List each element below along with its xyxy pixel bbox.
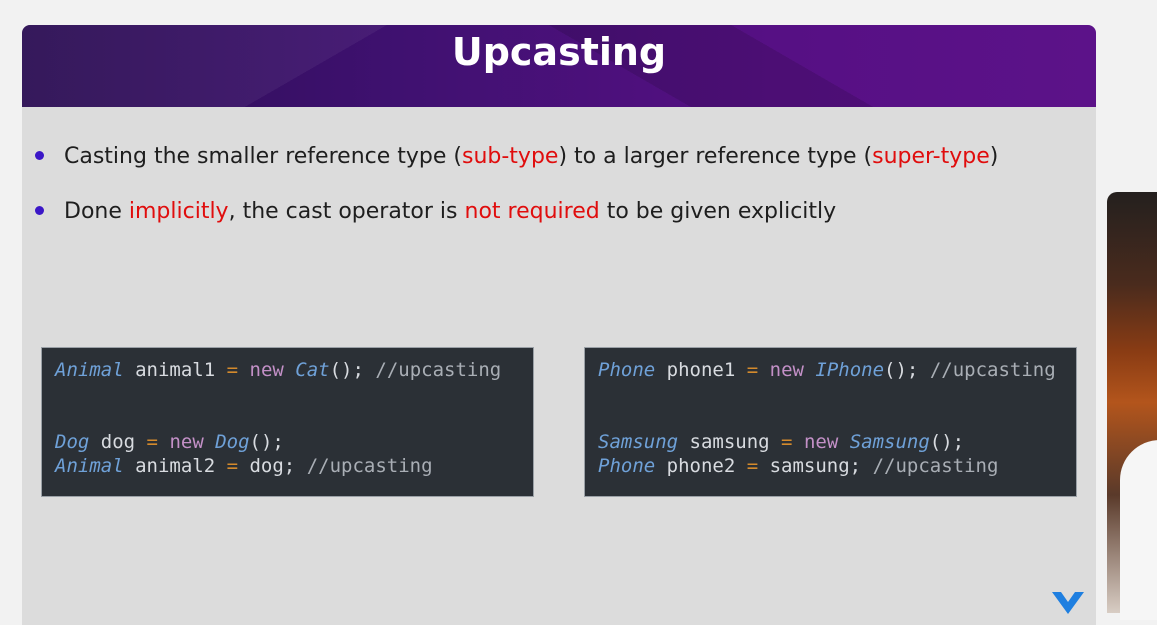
code-token: Samsung [849, 431, 930, 453]
code-token: //upcasting [375, 359, 502, 381]
bullet-item: Done implicitly, the cast operator is no… [35, 199, 998, 224]
code-block-animal: Animal animal1 = new Cat(); //upcasting D… [41, 347, 534, 497]
code-token: = [146, 431, 158, 453]
code-block-phone: Phone phone1 = new IPhone(); //upcasting… [584, 347, 1077, 497]
code-line: Animal animal2 = dog; //upcasting [55, 454, 433, 478]
slide-title: Upcasting [451, 30, 667, 74]
code-token: Phone [598, 359, 656, 381]
code-token: (); [929, 431, 965, 453]
code-token: Dog [215, 431, 250, 453]
code-line: Phone phone2 = samsung; //upcasting [598, 454, 998, 478]
highlight-text: super-type [872, 144, 990, 169]
code-token: Cat [295, 359, 330, 381]
code-token: Samsung [598, 431, 679, 453]
slide-header: Upcasting [22, 25, 1096, 107]
code-token: (); [249, 431, 284, 453]
bullet-dot-icon [35, 151, 44, 160]
code-token: dog; [238, 455, 307, 477]
code-token: = [746, 455, 759, 477]
presenter-shirt [1120, 440, 1157, 620]
highlight-text: sub-type [461, 144, 559, 169]
code-token: = [746, 359, 759, 381]
code-token: Animal [55, 359, 124, 381]
code-token: Animal [55, 455, 124, 477]
bullet-text-part: , the cast operator is [228, 199, 465, 224]
bullet-text-part: ) to a larger reference type ( [558, 144, 873, 169]
bullet-text-part: ) [989, 144, 999, 169]
code-token: dog [89, 431, 147, 453]
code-line: Dog dog = new Dog(); [55, 430, 284, 454]
bullet-text: Done implicitly, the cast operator is no… [64, 199, 836, 224]
brand-logo-icon [1052, 592, 1084, 614]
code-token: animal2 [123, 455, 227, 477]
bullet-text-part: to be given explicitly [599, 199, 837, 224]
bullet-text: Casting the smaller reference type (sub-… [64, 144, 998, 169]
code-token: samsung; [758, 455, 873, 477]
code-token: phone2 [655, 455, 747, 477]
slide-panel: Upcasting [22, 25, 1096, 625]
highlight-text: not required [464, 199, 600, 224]
code-token: Phone [598, 455, 656, 477]
code-token: new [249, 359, 284, 381]
bullet-text-part: Done [64, 199, 129, 224]
code-token: animal1 [123, 359, 227, 381]
code-token: samsung [678, 431, 782, 453]
code-token: = [226, 455, 239, 477]
code-token: Dog [55, 431, 90, 453]
bullet-list: Casting the smaller reference type (sub-… [35, 144, 998, 224]
code-token: (); [884, 359, 930, 381]
bullet-text-part: Casting the smaller reference type ( [64, 144, 462, 169]
highlight-text: implicitly [128, 199, 229, 224]
code-token: new [803, 431, 839, 453]
code-token: //upcasting [306, 455, 433, 477]
code-token: //upcasting [872, 455, 999, 477]
code-token: phone1 [655, 359, 747, 381]
bullet-item: Casting the smaller reference type (sub-… [35, 144, 998, 169]
code-token: //upcasting [929, 359, 1056, 381]
bullet-dot-icon [35, 206, 44, 215]
code-line: Phone phone1 = new IPhone(); //upcasting [598, 358, 1056, 382]
code-token: = [226, 359, 239, 381]
code-token: = [781, 431, 793, 453]
code-line: Samsung samsung = new Samsung(); [598, 430, 964, 454]
code-token: (); [329, 359, 376, 381]
code-token: new [769, 359, 804, 381]
code-token: IPhone [815, 359, 885, 381]
code-token: new [169, 431, 204, 453]
code-line: Animal animal1 = new Cat(); //upcasting [55, 358, 501, 382]
